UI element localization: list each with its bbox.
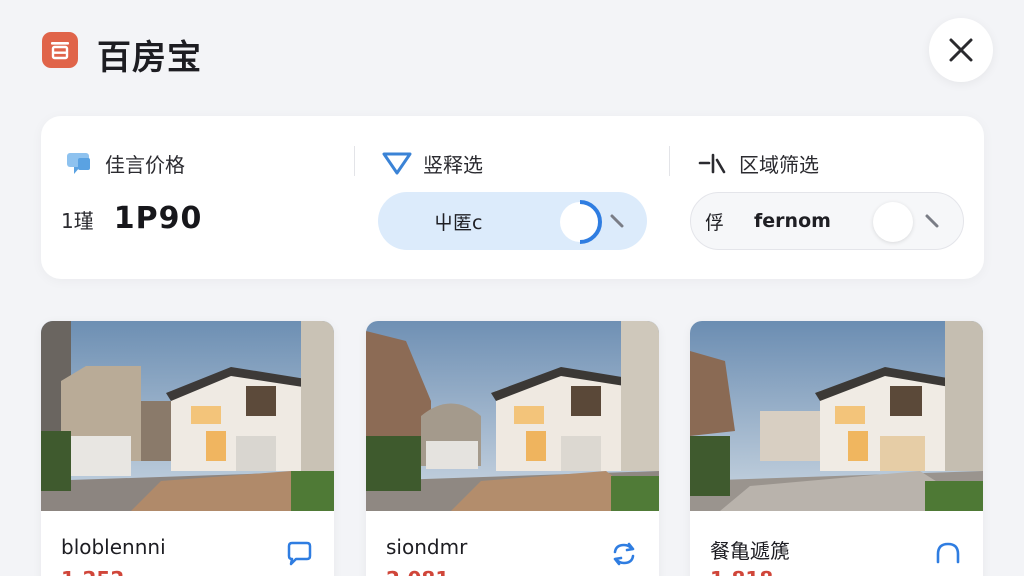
toggle-handle-icon <box>925 214 939 228</box>
chat-icon <box>287 541 312 566</box>
region-filter-header[interactable]: 区域筛选 <box>697 146 819 180</box>
listing-card[interactable]: 餐亀遞篪 1,818 <box>690 321 983 576</box>
price-value: 1Ρ90 <box>113 201 203 236</box>
toggle-handle-icon <box>610 214 624 228</box>
price-filter-header[interactable]: 佳言价格 <box>63 146 185 180</box>
house-photo <box>690 321 983 511</box>
select-toggle-knob[interactable] <box>558 200 602 244</box>
region-icon <box>697 147 729 179</box>
region-filter-toggle[interactable]: 俘 fernom <box>690 192 964 250</box>
listing-card[interactable]: siondmr 2,081 <box>366 321 659 576</box>
headset-icon <box>936 542 960 564</box>
select-filter-label: 竖释选 <box>423 152 483 177</box>
filter-funnel-icon <box>381 147 413 179</box>
select-filter-header[interactable]: 竖释选 <box>381 146 483 180</box>
price-value-row[interactable]: 1瑾 1Ρ90 <box>61 201 202 236</box>
region-toggle-knob[interactable] <box>871 200 915 244</box>
select-filter-toggle[interactable]: 屮匿c <box>378 192 647 250</box>
listing-price: 2,081 <box>386 567 449 576</box>
listing-name: siondmr <box>386 535 468 559</box>
filter-panel: 佳言价格 1瑾 1Ρ90 竖释选 屮匿c 区域筛选 俘 fernom <box>41 116 984 279</box>
price-prefix: 1瑾 <box>61 209 94 233</box>
listing-price: 1,252 <box>61 567 124 576</box>
listing-action-button[interactable] <box>607 537 641 571</box>
house-photo <box>41 321 334 511</box>
close-icon <box>949 38 973 62</box>
region-filter-label: 区域筛选 <box>739 152 819 177</box>
select-toggle-text: 屮匿c <box>434 211 483 234</box>
app-header: 百房宝 <box>0 0 1024 100</box>
listing-name: 餐亀遞篪 <box>710 539 790 563</box>
region-toggle-text: fernom <box>754 210 831 232</box>
filter-divider <box>354 146 355 176</box>
filter-divider <box>669 146 670 176</box>
listing-action-button[interactable] <box>931 537 965 571</box>
region-toggle-prefix: 俘 <box>705 211 725 234</box>
listing-name: bloblennni <box>61 535 166 559</box>
price-filter-label: 佳言价格 <box>105 152 185 177</box>
house-photo <box>366 321 659 511</box>
listing-action-button[interactable] <box>282 537 316 571</box>
listing-price: 1,818 <box>710 567 773 576</box>
app-title: 百房宝 <box>97 38 202 78</box>
listing-card[interactable]: bloblennni 1,252 <box>41 321 334 576</box>
refresh-icon <box>613 542 635 566</box>
app-logo-icon <box>42 32 78 68</box>
price-tag-icon <box>63 147 95 179</box>
close-button[interactable] <box>929 18 993 82</box>
